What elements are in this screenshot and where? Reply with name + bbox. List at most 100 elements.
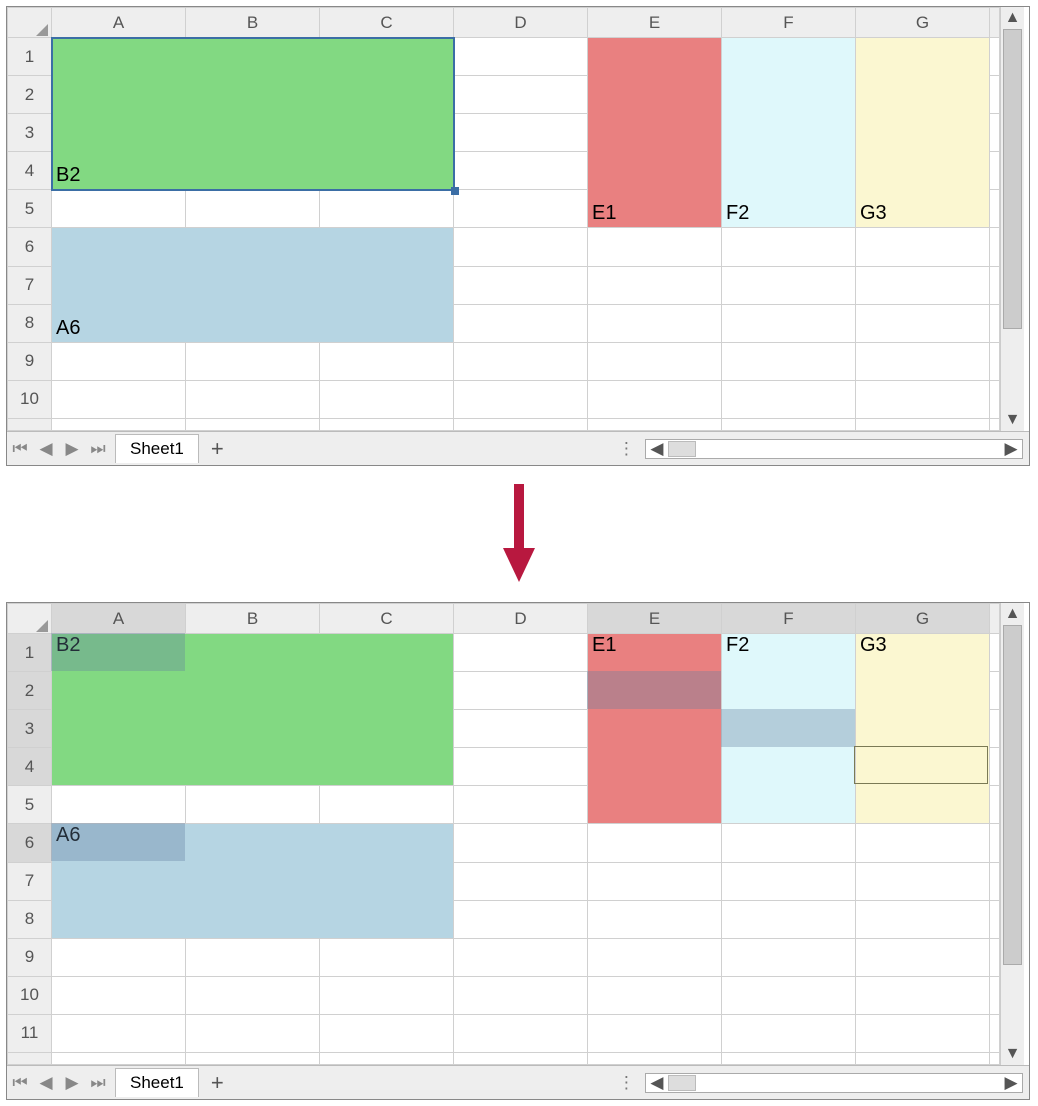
- cell-G7[interactable]: [856, 862, 990, 900]
- cell-D3[interactable]: [454, 710, 588, 748]
- row-header-8[interactable]: 8: [8, 900, 52, 938]
- nav-prev-icon[interactable]: ◀: [33, 432, 59, 465]
- cell-D3[interactable]: [454, 114, 588, 152]
- row-header-6[interactable]: 6: [8, 228, 52, 266]
- sheet-tab[interactable]: Sheet1: [115, 434, 199, 463]
- cell-F7[interactable]: [722, 862, 856, 900]
- column-header-E[interactable]: E: [588, 604, 722, 634]
- row-header-2[interactable]: 2: [8, 672, 52, 710]
- hscroll-thumb[interactable]: [668, 441, 696, 457]
- row-header-2[interactable]: 2: [8, 76, 52, 114]
- hscroll-left-icon[interactable]: ◀: [646, 439, 668, 459]
- cell-E10[interactable]: [588, 976, 722, 1014]
- row-header-5[interactable]: 5: [8, 190, 52, 228]
- cell-G1[interactable]: G3: [856, 634, 990, 824]
- cell-F6[interactable]: [722, 228, 856, 266]
- row-header-8[interactable]: 8: [8, 304, 52, 342]
- vertical-scrollbar[interactable]: ▲ ▼: [1000, 603, 1024, 1065]
- cell-G10[interactable]: [856, 976, 990, 1014]
- cell-G10[interactable]: [856, 380, 990, 418]
- cell-D4[interactable]: [454, 748, 588, 786]
- column-header-A[interactable]: A: [52, 8, 186, 38]
- cell-C5[interactable]: [320, 786, 454, 824]
- nav-last-icon[interactable]: ⏭: [85, 432, 111, 465]
- cell-C10[interactable]: [320, 380, 454, 418]
- cell-B11[interactable]: [186, 1014, 320, 1052]
- column-header-B[interactable]: B: [186, 604, 320, 634]
- row-header-9[interactable]: 9: [8, 938, 52, 976]
- cell-G9[interactable]: [856, 938, 990, 976]
- cell-D1[interactable]: [454, 634, 588, 672]
- cell-D6[interactable]: [454, 228, 588, 266]
- cell-E1[interactable]: E1: [588, 38, 722, 228]
- scroll-up-icon[interactable]: ▲: [1001, 7, 1024, 29]
- cell-B10[interactable]: [186, 380, 320, 418]
- cell-D8[interactable]: [454, 304, 588, 342]
- cell-E9[interactable]: [588, 938, 722, 976]
- cell-E6[interactable]: [588, 228, 722, 266]
- cell-D4[interactable]: [454, 152, 588, 190]
- column-header-B[interactable]: B: [186, 8, 320, 38]
- column-header-C[interactable]: C: [320, 8, 454, 38]
- cell-A1[interactable]: B2: [52, 38, 454, 190]
- column-header-D[interactable]: D: [454, 8, 588, 38]
- cell-A6[interactable]: A6: [52, 228, 454, 342]
- row-header-10[interactable]: 10: [8, 380, 52, 418]
- cell-A5[interactable]: [52, 190, 186, 228]
- vscroll-thumb[interactable]: [1003, 625, 1022, 965]
- cell-B5[interactable]: [186, 786, 320, 824]
- cell-F9[interactable]: [722, 342, 856, 380]
- row-header-3[interactable]: 3: [8, 114, 52, 152]
- cell-F7[interactable]: [722, 266, 856, 304]
- split-handle-icon[interactable]: ⋮: [612, 1073, 639, 1093]
- cell-D11[interactable]: [454, 1014, 588, 1052]
- row-header-6[interactable]: 6: [8, 824, 52, 862]
- cell-E7[interactable]: [588, 862, 722, 900]
- cell-grid[interactable]: ABCDEFG1B2E1F2G323456A678910: [7, 7, 1000, 431]
- cell-F6[interactable]: [722, 824, 856, 862]
- vertical-scrollbar[interactable]: ▲ ▼: [1000, 7, 1024, 431]
- cell-D9[interactable]: [454, 342, 588, 380]
- column-header-G[interactable]: G: [856, 604, 990, 634]
- row-header-9[interactable]: 9: [8, 342, 52, 380]
- cell-A9[interactable]: [52, 342, 186, 380]
- cell-C9[interactable]: [320, 938, 454, 976]
- cell-E6[interactable]: [588, 824, 722, 862]
- cell-B10[interactable]: [186, 976, 320, 1014]
- cell-C11[interactable]: [320, 1014, 454, 1052]
- cell-E11[interactable]: [588, 1014, 722, 1052]
- row-header-10[interactable]: 10: [8, 976, 52, 1014]
- row-header-4[interactable]: 4: [8, 748, 52, 786]
- column-header-A[interactable]: A: [52, 604, 186, 634]
- cell-G7[interactable]: [856, 266, 990, 304]
- cell-E9[interactable]: [588, 342, 722, 380]
- cell-D5[interactable]: [454, 190, 588, 228]
- cell-E8[interactable]: [588, 304, 722, 342]
- hscroll-thumb[interactable]: [668, 1075, 696, 1091]
- cell-G1[interactable]: G3: [856, 38, 990, 228]
- cell-D7[interactable]: [454, 862, 588, 900]
- cell-A11[interactable]: [52, 1014, 186, 1052]
- cell-F10[interactable]: [722, 380, 856, 418]
- cell-F9[interactable]: [722, 938, 856, 976]
- cell-F11[interactable]: [722, 1014, 856, 1052]
- cell-C5[interactable]: [320, 190, 454, 228]
- cell-C9[interactable]: [320, 342, 454, 380]
- cell-B5[interactable]: [186, 190, 320, 228]
- row-header-1[interactable]: 1: [8, 38, 52, 76]
- scroll-down-icon[interactable]: ▼: [1001, 409, 1024, 431]
- selection-handle[interactable]: [451, 187, 459, 195]
- cell-D2[interactable]: [454, 76, 588, 114]
- row-header-11[interactable]: 11: [8, 1014, 52, 1052]
- cell-grid[interactable]: ABCDEFG1B2E1F2G323456A67891011: [7, 603, 1000, 1065]
- cell-E10[interactable]: [588, 380, 722, 418]
- column-header-G[interactable]: G: [856, 8, 990, 38]
- cell-G6[interactable]: [856, 228, 990, 266]
- cell-D2[interactable]: [454, 672, 588, 710]
- cell-D5[interactable]: [454, 786, 588, 824]
- cell-F8[interactable]: [722, 900, 856, 938]
- cell-F1[interactable]: F2: [722, 38, 856, 228]
- split-handle-icon[interactable]: ⋮: [612, 439, 639, 459]
- cell-G9[interactable]: [856, 342, 990, 380]
- scroll-down-icon[interactable]: ▼: [1001, 1043, 1024, 1065]
